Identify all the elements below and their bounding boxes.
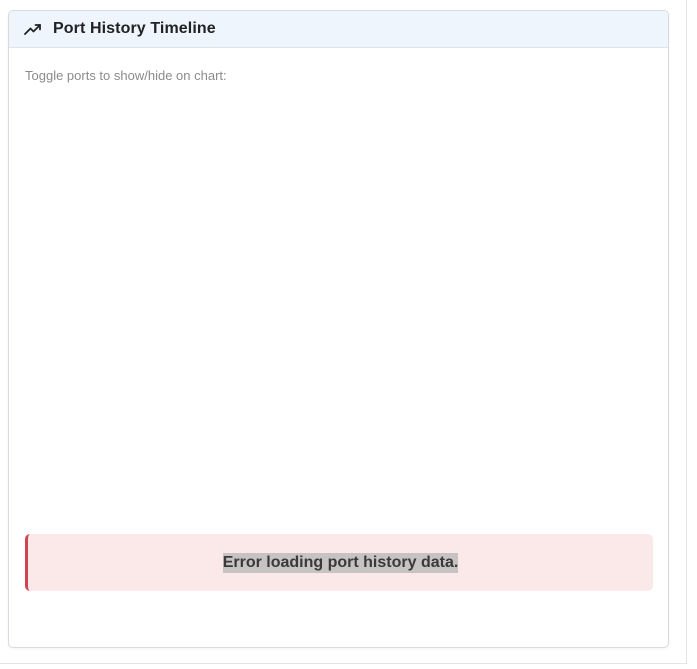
- error-message: Error loading port history data.: [222, 552, 459, 573]
- card-title: Port History Timeline: [53, 20, 216, 37]
- error-alert: Error loading port history data.: [25, 534, 653, 591]
- trending-up-icon: [24, 22, 42, 36]
- port-history-card: Port History Timeline Toggle ports to sh…: [8, 10, 669, 648]
- card-header: Port History Timeline: [9, 11, 668, 48]
- card-body: Toggle ports to show/hide on chart: Erro…: [9, 48, 668, 591]
- toggle-ports-label: Toggle ports to show/hide on chart:: [25, 68, 227, 83]
